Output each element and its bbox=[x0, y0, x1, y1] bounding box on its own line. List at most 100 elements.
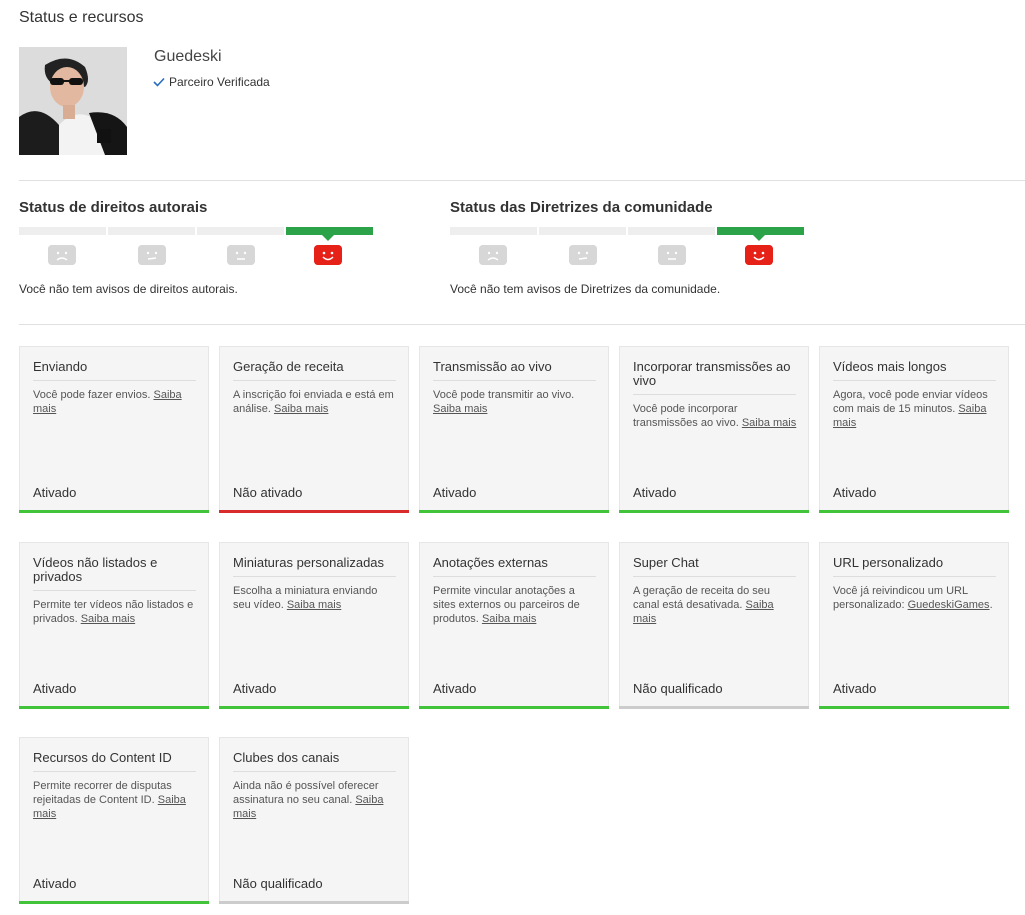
divider bbox=[19, 180, 1025, 181]
feature-status: Ativado bbox=[33, 876, 77, 891]
strike-segment bbox=[108, 227, 195, 235]
feature-card-content-id: Recursos do Content ID Permite recorrer … bbox=[19, 737, 209, 904]
neutral-face-icon bbox=[658, 245, 686, 265]
feature-status: Não qualificado bbox=[633, 681, 723, 696]
status-bar-enabled bbox=[19, 706, 209, 709]
status-bar-enabled bbox=[619, 510, 809, 513]
strike-segment bbox=[19, 227, 106, 235]
avatar[interactable] bbox=[19, 47, 127, 155]
feature-card-custom-thumbnails: Miniaturas personalizadas Escolha a mini… bbox=[219, 542, 409, 709]
status-bar-enabled bbox=[419, 706, 609, 709]
strike-segment bbox=[197, 227, 284, 235]
copyright-status-note: Você não tem avisos de direitos autorais… bbox=[19, 282, 238, 296]
strike-segment bbox=[539, 227, 626, 235]
feature-description: Você já reivindicou um URL personalizado… bbox=[833, 585, 993, 611]
divider bbox=[19, 324, 1025, 325]
feature-status: Ativado bbox=[833, 681, 877, 696]
strike-meter bbox=[450, 227, 804, 235]
status-bar-disabled bbox=[219, 510, 409, 513]
sad-face-icon bbox=[48, 245, 76, 265]
feature-description: Escolha a miniatura enviando seu vídeo. … bbox=[233, 585, 378, 611]
strike-segment bbox=[628, 227, 715, 235]
feature-title: Enviando bbox=[33, 360, 196, 381]
status-bar-enabled bbox=[819, 706, 1009, 709]
community-status-title: Status das Diretrizes da comunidade bbox=[450, 199, 713, 216]
status-bar-enabled bbox=[819, 510, 1009, 513]
feature-status: Ativado bbox=[33, 681, 77, 696]
page-title: Status e recursos bbox=[19, 9, 144, 26]
feature-card-custom-url: URL personalizado Você já reivindicou um… bbox=[819, 542, 1009, 709]
feature-title: Geração de receita bbox=[233, 360, 396, 381]
strike-meter bbox=[19, 227, 373, 235]
feature-title: Anotações externas bbox=[433, 556, 596, 577]
happy-face-icon bbox=[314, 245, 342, 265]
feature-title: Clubes dos canais bbox=[233, 751, 396, 772]
feature-status: Ativado bbox=[433, 485, 477, 500]
feature-description: Ainda não é possível oferecer assinatura… bbox=[233, 780, 384, 820]
feature-description: Você pode fazer envios. Saiba mais bbox=[33, 389, 182, 415]
feature-title: Super Chat bbox=[633, 556, 796, 577]
feature-card-unlisted-private: Vídeos não listados e privados Permite t… bbox=[19, 542, 209, 709]
feature-card-uploading: Enviando Você pode fazer envios. Saiba m… bbox=[19, 346, 209, 513]
feature-title: URL personalizado bbox=[833, 556, 996, 577]
feature-description: A inscrição foi enviada e está em anális… bbox=[233, 389, 394, 415]
learn-more-link[interactable]: Saiba mais bbox=[742, 417, 796, 429]
feature-description: Permite vincular anotações a sites exter… bbox=[433, 585, 580, 625]
neutral-face-icon bbox=[138, 245, 166, 265]
feature-status: Ativado bbox=[633, 485, 677, 500]
strike-segment-good bbox=[286, 227, 373, 235]
feature-title: Vídeos não listados e privados bbox=[33, 556, 196, 591]
feature-description: Agora, você pode enviar vídeos com mais … bbox=[833, 389, 988, 429]
status-bar-enabled bbox=[219, 706, 409, 709]
current-status-pointer bbox=[322, 235, 334, 241]
feature-status: Ativado bbox=[833, 485, 877, 500]
verified-label: Parceiro Verificada bbox=[169, 75, 270, 89]
happy-face-icon bbox=[745, 245, 773, 265]
feature-description: A geração de receita do seu canal está d… bbox=[633, 585, 774, 625]
current-status-pointer bbox=[753, 235, 765, 241]
feature-title: Recursos do Content ID bbox=[33, 751, 196, 772]
feature-description: Permite recorrer de disputas rejeitadas … bbox=[33, 780, 186, 820]
avatar-image bbox=[19, 47, 127, 155]
strike-segment bbox=[450, 227, 537, 235]
strike-segment-good bbox=[717, 227, 804, 235]
feature-card-channel-memberships: Clubes dos canais Ainda não é possível o… bbox=[219, 737, 409, 904]
feature-card-monetization: Geração de receita A inscrição foi envia… bbox=[219, 346, 409, 513]
learn-more-link[interactable]: Saiba mais bbox=[274, 403, 328, 415]
custom-url-link[interactable]: GuedeskiGames bbox=[908, 599, 990, 611]
checkmark-icon bbox=[153, 77, 165, 87]
learn-more-link[interactable]: Saiba mais bbox=[81, 613, 135, 625]
neutral-face-icon bbox=[227, 245, 255, 265]
feature-card-longer-videos: Vídeos mais longos Agora, você pode envi… bbox=[819, 346, 1009, 513]
feature-title: Transmissão ao vivo bbox=[433, 360, 596, 381]
sad-face-icon bbox=[479, 245, 507, 265]
feature-description: Você pode incorporar transmissões ao viv… bbox=[633, 403, 797, 429]
copyright-status-title: Status de direitos autorais bbox=[19, 199, 208, 216]
feature-card-live-streaming: Transmissão ao vivo Você pode transmitir… bbox=[419, 346, 609, 513]
status-bar-enabled bbox=[19, 510, 209, 513]
feature-status: Não qualificado bbox=[233, 876, 323, 891]
feature-status: Não ativado bbox=[233, 485, 303, 500]
feature-description: Você pode transmitir ao vivo. Saiba mais bbox=[433, 389, 575, 415]
copyright-status: Status de direitos autorais Você não tem… bbox=[19, 199, 379, 296]
learn-more-link[interactable]: Saiba mais bbox=[433, 403, 487, 415]
feature-card-external-annotations: Anotações externas Permite vincular anot… bbox=[419, 542, 609, 709]
feature-title: Miniaturas personalizadas bbox=[233, 556, 396, 577]
feature-status: Ativado bbox=[433, 681, 477, 696]
learn-more-link[interactable]: Saiba mais bbox=[287, 599, 341, 611]
learn-more-link[interactable]: Saiba mais bbox=[482, 613, 536, 625]
status-bar-not-eligible bbox=[619, 706, 809, 709]
feature-card-embed-live: Incorporar transmissões ao vivo Você pod… bbox=[619, 346, 809, 513]
feature-status: Ativado bbox=[33, 485, 77, 500]
verified-badge: Parceiro Verificada bbox=[153, 75, 270, 89]
feature-title: Vídeos mais longos bbox=[833, 360, 996, 381]
feature-title: Incorporar transmissões ao vivo bbox=[633, 360, 796, 395]
community-status-note: Você não tem avisos de Diretrizes da com… bbox=[450, 282, 721, 296]
community-status: Status das Diretrizes da comunidade Você… bbox=[450, 199, 810, 296]
neutral-face-icon bbox=[569, 245, 597, 265]
status-bar-enabled bbox=[419, 510, 609, 513]
status-bar-enabled bbox=[19, 901, 209, 904]
feature-description: Permite ter vídeos não listados e privad… bbox=[33, 599, 194, 625]
feature-card-super-chat: Super Chat A geração de receita do seu c… bbox=[619, 542, 809, 709]
channel-name[interactable]: Guedeski bbox=[154, 48, 222, 66]
